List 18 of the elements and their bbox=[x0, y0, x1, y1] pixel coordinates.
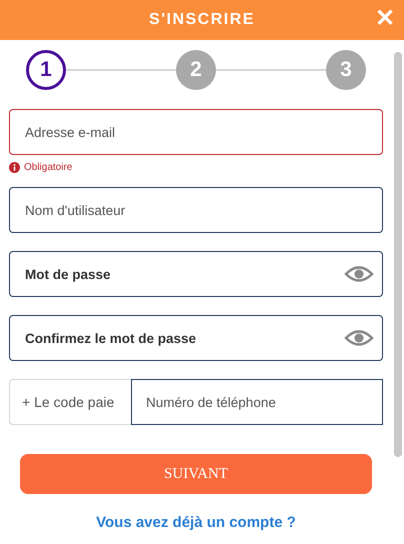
step-indicator: 3 bbox=[326, 50, 366, 90]
eye-icon[interactable] bbox=[344, 264, 374, 284]
password-field[interactable]: Mot de passe bbox=[9, 251, 383, 297]
input-field[interactable]: Adresse e-mail bbox=[9, 109, 383, 155]
scrollbar-thumb[interactable] bbox=[394, 52, 402, 457]
password-field[interactable]: Confirmez le mot de passe bbox=[9, 315, 383, 361]
phone-field[interactable]: Numéro de téléphone bbox=[131, 379, 383, 425]
dialog-title: S'INSCRIRE bbox=[149, 11, 255, 29]
step-indicator: 1 bbox=[26, 50, 66, 90]
error-message: Obligatoire bbox=[24, 162, 72, 173]
next-button[interactable]: SUIVANT bbox=[20, 454, 372, 494]
info-icon bbox=[9, 162, 20, 173]
close-button[interactable]: ✕ bbox=[372, 6, 398, 32]
login-link[interactable]: Vous avez déjà un compte ? bbox=[96, 514, 296, 531]
step-indicator: 2 bbox=[176, 50, 216, 90]
country-code-button[interactable]: + Le code paie bbox=[9, 379, 131, 425]
eye-icon[interactable] bbox=[344, 328, 374, 348]
input-field[interactable]: Nom d'utilisateur bbox=[9, 187, 383, 233]
